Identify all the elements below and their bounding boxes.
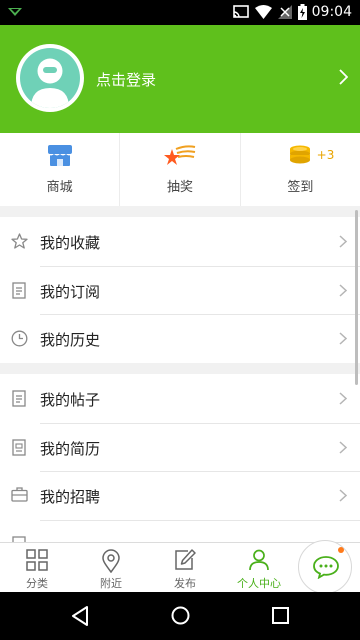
menu-item-history[interactable]: 我的历史 [0, 314, 360, 363]
quick-actions: 商城 抽奖 +3 签到 [0, 133, 360, 206]
notification-icon [8, 8, 22, 16]
menu-label: 我的订阅 [40, 282, 101, 301]
menu-group-jobs: 我的帖子 我的简历 我的招聘 [0, 374, 360, 542]
system-nav-bar [0, 592, 360, 640]
status-time: 09:04 [311, 4, 352, 20]
edit-icon [175, 549, 196, 570]
chevron-right-icon [339, 489, 347, 502]
menu-item-partial [0, 519, 360, 542]
nav-item-publish[interactable]: 发布 [148, 543, 222, 592]
menu-item-favorites[interactable]: 我的收藏 [0, 217, 360, 266]
quick-item-lottery[interactable]: 抽奖 [119, 133, 239, 206]
menu-item-subscriptions[interactable]: 我的订阅 [0, 265, 360, 315]
chevron-right-icon [339, 392, 347, 405]
login-link[interactable]: 点击登录 [96, 69, 156, 90]
document-icon [12, 390, 26, 407]
nav-item-categories[interactable]: 分类 [0, 543, 74, 592]
chat-button[interactable] [298, 540, 352, 594]
chevron-right-icon[interactable] [339, 69, 348, 85]
resume-icon [12, 438, 26, 456]
cast-icon [233, 5, 249, 18]
menu-label: 我的简历 [40, 439, 101, 458]
chevron-right-icon [339, 283, 347, 297]
document-icon [12, 281, 26, 299]
nav-label: 分类 [26, 577, 48, 590]
quick-label-shop: 商城 [46, 180, 73, 195]
quick-label-lottery: 抽奖 [166, 180, 193, 195]
nav-item-nearby[interactable]: 附近 [74, 543, 148, 592]
chevron-right-icon [339, 235, 347, 248]
nav-label: 发布 [174, 577, 196, 590]
back-icon[interactable] [71, 606, 89, 626]
checkin-points-badge: +3 [316, 148, 335, 162]
default-avatar-icon [31, 58, 69, 108]
menu-item-posts[interactable]: 我的帖子 [0, 374, 360, 423]
menu-label: 我的帖子 [40, 391, 101, 409]
wifi-icon [255, 5, 272, 19]
recents-icon[interactable] [272, 607, 289, 624]
menu-label: 我的历史 [40, 331, 101, 349]
status-bar: 09:04 [0, 0, 360, 25]
briefcase-icon [11, 487, 28, 502]
chat-bubble-icon [313, 556, 339, 579]
quick-item-checkin[interactable]: +3 签到 [239, 133, 360, 206]
menu-item-resume[interactable]: 我的简历 [0, 422, 360, 472]
shop-icon [47, 145, 72, 166]
star-icon [11, 233, 28, 249]
quick-label-checkin: 签到 [287, 180, 314, 195]
menu-group-personal: 我的收藏 我的订阅 我的历史 [0, 217, 360, 363]
menu-label: 我的收藏 [40, 234, 101, 252]
coins-icon [290, 145, 311, 164]
menu-label: 我的招聘 [40, 488, 101, 506]
unread-dot [338, 547, 344, 553]
battery-icon [298, 4, 307, 20]
nav-item-profile[interactable]: 个人中心 [222, 543, 296, 592]
lottery-star-icon [163, 145, 196, 165]
profile-header[interactable]: 点击登录 [0, 25, 360, 133]
chevron-right-icon [339, 440, 347, 454]
nav-label: 附近 [100, 577, 122, 590]
scrollbar[interactable] [355, 210, 358, 385]
home-icon[interactable] [171, 606, 190, 625]
location-pin-icon [102, 549, 120, 573]
no-signal-icon [278, 5, 292, 19]
person-icon [249, 549, 269, 571]
clock-icon [11, 330, 28, 347]
quick-item-shop[interactable]: 商城 [0, 133, 119, 206]
chevron-right-icon [339, 332, 347, 345]
nav-label: 个人中心 [237, 577, 281, 590]
grid-icon [26, 549, 48, 571]
avatar[interactable] [16, 44, 84, 112]
menu-item-recruitment[interactable]: 我的招聘 [0, 471, 360, 520]
